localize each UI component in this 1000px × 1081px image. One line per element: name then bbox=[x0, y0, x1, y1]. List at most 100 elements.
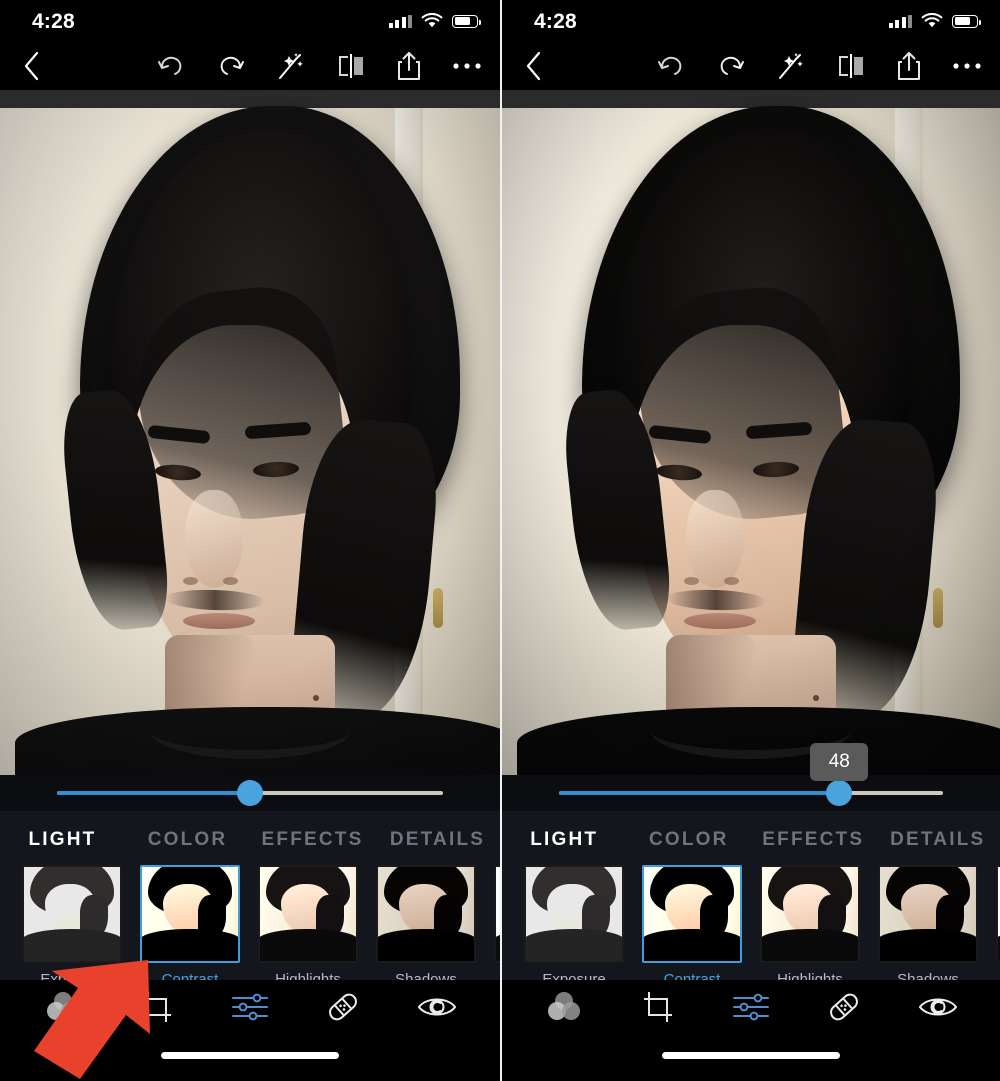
presets-circles-icon[interactable] bbox=[43, 990, 83, 1029]
adjustment-exposure[interactable]: Exposure bbox=[524, 865, 624, 988]
tab-effects[interactable]: EFFECTS bbox=[751, 829, 876, 851]
photo-preview-left[interactable] bbox=[0, 90, 500, 775]
tab-light[interactable]: LIGHT bbox=[502, 829, 627, 851]
photo-top-shim bbox=[502, 90, 1000, 108]
chevron-left-icon[interactable] bbox=[524, 50, 544, 82]
toolbar-actions-left bbox=[156, 51, 482, 81]
status-bar-left: 4:28 bbox=[0, 0, 500, 42]
adjustment-thumbnail-image[interactable] bbox=[22, 865, 122, 963]
more-ellipsis-icon[interactable] bbox=[452, 61, 482, 71]
adjustment-thumbnail-image[interactable] bbox=[878, 865, 978, 963]
eye-view-original-icon[interactable] bbox=[918, 994, 958, 1025]
edit-sliders-icon[interactable] bbox=[231, 992, 269, 1027]
magic-wand-icon[interactable] bbox=[776, 51, 806, 81]
thumbnail-preview bbox=[526, 867, 622, 961]
slider-thumb[interactable] bbox=[237, 780, 263, 806]
adjustment-slider-left[interactable] bbox=[0, 775, 500, 811]
before-after-compare-icon[interactable] bbox=[836, 52, 866, 80]
door-knob bbox=[432, 588, 443, 629]
subject-lips bbox=[182, 613, 255, 629]
door-knob bbox=[932, 588, 943, 629]
slider-fill bbox=[57, 791, 250, 795]
magic-wand-icon[interactable] bbox=[276, 51, 306, 81]
subject-right-nostril bbox=[723, 577, 739, 585]
undo-icon[interactable] bbox=[156, 53, 186, 79]
slider-track[interactable]: 48 bbox=[559, 743, 943, 806]
adjustment-thumbnail-image[interactable] bbox=[524, 865, 624, 963]
healing-bandaid-icon[interactable] bbox=[827, 990, 861, 1029]
adjustment-thumbnails-right: ExposureContrastHighlightsShadows Whites bbox=[502, 865, 1000, 998]
home-indicator bbox=[161, 1052, 339, 1059]
redo-icon[interactable] bbox=[716, 53, 746, 79]
adjustment-highlights[interactable]: Highlights bbox=[760, 865, 860, 988]
status-bar-indicators bbox=[388, 13, 481, 29]
thumbnail-preview bbox=[24, 867, 120, 961]
edit-tabs-right: LIGHT COLOR EFFECTS DETAILS bbox=[502, 811, 1000, 865]
signal-bars-icon bbox=[888, 14, 912, 28]
wifi-icon bbox=[921, 13, 943, 28]
adjustment-contrast[interactable]: Contrast bbox=[642, 865, 742, 988]
slider-thumb[interactable] bbox=[826, 780, 853, 806]
thumbnail-preview bbox=[880, 867, 976, 961]
edit-sliders-icon[interactable] bbox=[732, 992, 770, 1027]
bottom-tool-items-left bbox=[0, 980, 500, 1038]
redo-icon[interactable] bbox=[216, 53, 246, 79]
tab-effects[interactable]: EFFECTS bbox=[250, 829, 375, 851]
slider-fill bbox=[559, 791, 840, 795]
phone-screen-right: 4:28 48 LIGHT COLOR EFFECTS DETAILS bbox=[500, 0, 1000, 1081]
adjustment-thumbnail-image[interactable] bbox=[376, 865, 476, 963]
undo-icon[interactable] bbox=[656, 53, 686, 79]
thumbnail-preview bbox=[260, 867, 356, 961]
eye-view-original-icon[interactable] bbox=[417, 994, 457, 1025]
app-toolbar-left bbox=[0, 42, 500, 90]
adjustment-shadows[interactable]: Shadows bbox=[878, 865, 978, 988]
tab-color[interactable]: COLOR bbox=[125, 829, 250, 851]
adjustment-highlights[interactable]: Highlights bbox=[258, 865, 358, 988]
crop-icon[interactable] bbox=[641, 990, 675, 1029]
crop-icon[interactable] bbox=[140, 990, 174, 1029]
battery-icon bbox=[952, 14, 981, 28]
tab-details[interactable]: DETAILS bbox=[375, 829, 500, 851]
adjustment-thumbnail-image[interactable] bbox=[760, 865, 860, 963]
edit-tabs-left: LIGHT COLOR EFFECTS DETAILS bbox=[0, 811, 500, 865]
share-icon[interactable] bbox=[896, 51, 922, 81]
subject-left-nostril bbox=[683, 577, 699, 585]
adjustment-thumbnail-image[interactable] bbox=[642, 865, 742, 963]
phone-screen-left: 4:28 LIGHT COLOR EFFECTS DETAILS bbox=[0, 0, 500, 1081]
tab-light[interactable]: LIGHT bbox=[0, 829, 125, 851]
adjustment-thumbnail-image[interactable] bbox=[258, 865, 358, 963]
adjustment-thumbnails-left: ExposureContrastHighlightsShadowsWhites bbox=[0, 865, 500, 998]
chevron-left-icon[interactable] bbox=[22, 50, 42, 82]
photo-top-shim bbox=[0, 90, 500, 108]
subject-left-nostril bbox=[182, 577, 198, 585]
adjustment-slider-right[interactable]: 48 bbox=[502, 743, 1000, 811]
subject-tshirt-collar bbox=[150, 703, 350, 759]
app-toolbar-right bbox=[502, 42, 1000, 90]
thumbnail-preview bbox=[378, 867, 474, 961]
toolbar-actions-right bbox=[656, 51, 982, 81]
status-bar-indicators bbox=[888, 13, 981, 29]
adjustment-whites[interactable]: Whites bbox=[996, 865, 1000, 988]
adjustment-contrast[interactable]: Contrast bbox=[140, 865, 240, 988]
photo-preview-right[interactable] bbox=[502, 90, 1000, 775]
tab-color[interactable]: COLOR bbox=[627, 829, 752, 851]
presets-circles-icon[interactable] bbox=[544, 990, 584, 1029]
healing-bandaid-icon[interactable] bbox=[326, 990, 360, 1029]
slider-track[interactable] bbox=[57, 780, 443, 806]
edit-panel-right: LIGHTCOLOREFFECTSDETAILS ExposureContras… bbox=[502, 811, 1000, 998]
subject-right-nostril bbox=[222, 577, 238, 585]
adjustment-thumbnail-image[interactable] bbox=[996, 865, 1000, 963]
adjustment-shadows[interactable]: Shadows bbox=[376, 865, 476, 988]
battery-icon bbox=[452, 14, 481, 28]
slider-value-badge: 48 bbox=[810, 743, 869, 781]
home-indicator bbox=[662, 1052, 840, 1059]
share-icon[interactable] bbox=[396, 51, 422, 81]
more-ellipsis-icon[interactable] bbox=[952, 61, 982, 71]
adjustment-exposure[interactable]: Exposure bbox=[22, 865, 122, 988]
signal-bars-icon bbox=[388, 14, 412, 28]
before-after-compare-icon[interactable] bbox=[336, 52, 366, 80]
adjustment-thumbnail-image[interactable] bbox=[140, 865, 240, 963]
tab-details[interactable]: DETAILS bbox=[876, 829, 1000, 851]
subject-neck-mole bbox=[312, 695, 319, 701]
status-bar-right: 4:28 bbox=[502, 0, 1000, 42]
